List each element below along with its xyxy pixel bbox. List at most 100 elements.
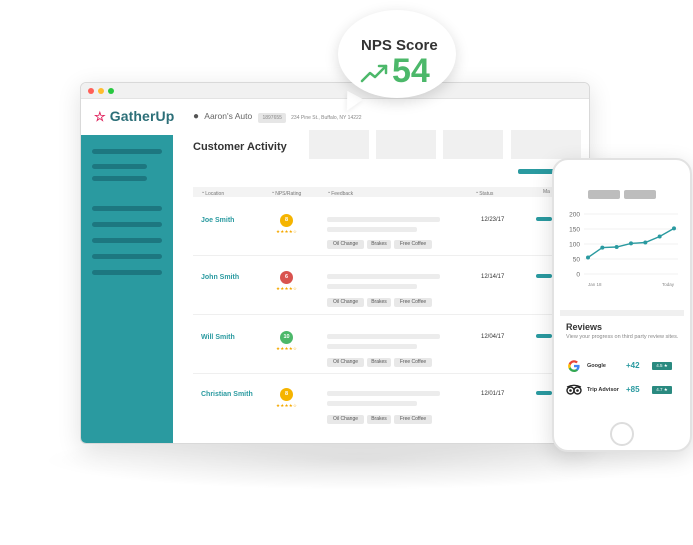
header-location[interactable]: ⌄ Location bbox=[201, 189, 224, 197]
row-date: 12/04/17 bbox=[481, 334, 505, 340]
feedback-placeholder bbox=[327, 274, 440, 279]
nps-score-badge: 8 bbox=[280, 214, 293, 227]
review-rating-badge: 4.5 ★ bbox=[652, 362, 672, 370]
review-rating-badge: 4.7 ★ bbox=[652, 386, 672, 394]
feedback-tag[interactable]: Oil Change bbox=[327, 240, 364, 249]
feedback-placeholder bbox=[327, 391, 440, 396]
row-action[interactable] bbox=[536, 391, 552, 395]
logo-text: GatherUp bbox=[109, 108, 175, 124]
sidebar-item[interactable] bbox=[92, 254, 162, 259]
y-tick-label: 50 bbox=[573, 257, 581, 264]
sidebar bbox=[81, 135, 173, 443]
sidebar-item[interactable] bbox=[92, 149, 162, 154]
phone-screen: 0 50 100 150 200 Jan 18 Today Reviews View you… bbox=[560, 174, 684, 418]
rating-stars: ★★★★☆ bbox=[276, 346, 298, 351]
nps-trend-chart: 0 50 100 150 200 Jan 18 Today bbox=[569, 212, 678, 287]
stat-card-placeholder bbox=[511, 130, 581, 159]
data-point bbox=[614, 245, 619, 249]
close-window-button[interactable] bbox=[88, 88, 94, 94]
location-name: Aaron's Auto bbox=[204, 111, 253, 121]
nps-score-badge: 8 bbox=[280, 388, 293, 401]
location-bar[interactable]: ● Aaron's Auto 1897655 234 Pine St., Buf… bbox=[193, 111, 362, 123]
row-date: 12/14/17 bbox=[481, 274, 505, 280]
data-point bbox=[629, 241, 633, 246]
sidebar-item[interactable] bbox=[92, 238, 162, 243]
table-header: ⌄ Location ⌄ NPS/Rating ⌄ Feedback ⌄ Sta… bbox=[193, 187, 583, 197]
x-tick-label: Today bbox=[662, 282, 675, 287]
feedback-tag[interactable]: Brakes bbox=[367, 415, 391, 424]
chart-filter-placeholder[interactable] bbox=[624, 190, 656, 199]
reviews-subtitle: View your progress on third party review… bbox=[566, 334, 679, 340]
location-id-badge: 1897655 bbox=[258, 113, 286, 123]
data-point bbox=[657, 234, 662, 239]
minimize-window-button[interactable] bbox=[98, 88, 104, 94]
row-customer-name[interactable]: Will Smith bbox=[201, 334, 235, 341]
phone-home-button[interactable] bbox=[610, 422, 634, 446]
feedback-placeholder bbox=[327, 334, 440, 339]
browser-window: ☆ GatherUp ● Aaron's Auto 1897655 234 Pi… bbox=[80, 82, 590, 444]
rating-stars: ★★★★☆ bbox=[276, 286, 298, 291]
location-pin-icon: ● bbox=[193, 111, 200, 122]
feedback-tag[interactable]: Brakes bbox=[367, 358, 391, 367]
data-point bbox=[672, 226, 676, 231]
data-point bbox=[586, 255, 590, 260]
feedback-tag[interactable]: Brakes bbox=[367, 240, 391, 249]
y-tick-label: 100 bbox=[569, 242, 580, 249]
y-tick-label: 150 bbox=[569, 227, 580, 234]
header-feedback[interactable]: ⌄ Feedback bbox=[327, 189, 353, 197]
review-count-delta: +85 bbox=[626, 385, 640, 394]
feedback-tag[interactable]: Oil Change bbox=[327, 358, 364, 367]
rating-stars: ★★★★☆ bbox=[276, 403, 298, 408]
feedback-tag[interactable]: Oil Change bbox=[327, 298, 364, 307]
sidebar-item[interactable] bbox=[92, 206, 162, 211]
sidebar-item[interactable] bbox=[92, 164, 147, 169]
stat-card-placeholder bbox=[376, 130, 436, 159]
stat-card-placeholder bbox=[443, 130, 503, 159]
review-count-delta: +42 bbox=[626, 361, 640, 370]
trend-up-icon bbox=[360, 64, 388, 83]
sidebar-item[interactable] bbox=[92, 222, 162, 227]
gatherup-logo[interactable]: ☆ GatherUp bbox=[94, 108, 174, 125]
sidebar-item[interactable] bbox=[92, 176, 147, 181]
stat-card-placeholder bbox=[309, 130, 369, 159]
row-customer-name[interactable]: Joe Smith bbox=[201, 217, 234, 224]
x-tick-label: Jan 18 bbox=[588, 282, 602, 287]
phone-device: 0 50 100 150 200 Jan 18 Today Reviews View you… bbox=[552, 158, 692, 452]
row-action[interactable] bbox=[536, 217, 552, 221]
chart-filter-placeholder[interactable] bbox=[588, 190, 620, 199]
row-action[interactable] bbox=[536, 274, 552, 278]
row-action[interactable] bbox=[536, 334, 552, 338]
feedback-tag[interactable]: Brakes bbox=[367, 298, 391, 307]
row-date: 12/01/17 bbox=[481, 391, 505, 397]
feedback-tag[interactable]: Free Coffee bbox=[394, 298, 432, 307]
row-customer-name[interactable]: John Smith bbox=[201, 274, 239, 281]
review-site-name: Trip Advisor bbox=[587, 387, 619, 393]
reviews-title: Reviews bbox=[566, 322, 603, 332]
data-point bbox=[600, 245, 605, 250]
y-tick-label: 200 bbox=[569, 212, 580, 219]
feedback-placeholder bbox=[327, 217, 440, 222]
location-address: 234 Pine St., Buffalo, NY 14222 bbox=[291, 115, 362, 121]
review-site-name: Google bbox=[587, 363, 606, 369]
row-divider bbox=[193, 314, 583, 315]
header-more[interactable]: Ma bbox=[543, 189, 550, 195]
header-status[interactable]: ⌄ Status bbox=[475, 189, 493, 197]
nps-score-badge: 6 bbox=[280, 271, 293, 284]
window-titlebar bbox=[81, 83, 589, 99]
feedback-tag[interactable]: Free Coffee bbox=[394, 240, 432, 249]
row-customer-name[interactable]: Christian Smith bbox=[201, 391, 253, 398]
y-tick-label: 0 bbox=[576, 272, 580, 279]
row-divider bbox=[193, 373, 583, 374]
feedback-tag[interactable]: Free Coffee bbox=[394, 415, 432, 424]
feedback-tag[interactable]: Free Coffee bbox=[394, 358, 432, 367]
rating-stars: ★★★★☆ bbox=[276, 229, 298, 234]
feedback-tag[interactable]: Oil Change bbox=[327, 415, 364, 424]
tripadvisor-icon bbox=[566, 384, 582, 395]
header-nps[interactable]: ⌄ NPS/Rating bbox=[271, 189, 301, 197]
feedback-placeholder bbox=[327, 344, 417, 349]
feedback-placeholder bbox=[327, 284, 417, 289]
maximize-window-button[interactable] bbox=[108, 88, 114, 94]
row-date: 12/23/17 bbox=[481, 217, 505, 223]
sidebar-item[interactable] bbox=[92, 270, 162, 275]
feedback-placeholder bbox=[327, 401, 417, 406]
